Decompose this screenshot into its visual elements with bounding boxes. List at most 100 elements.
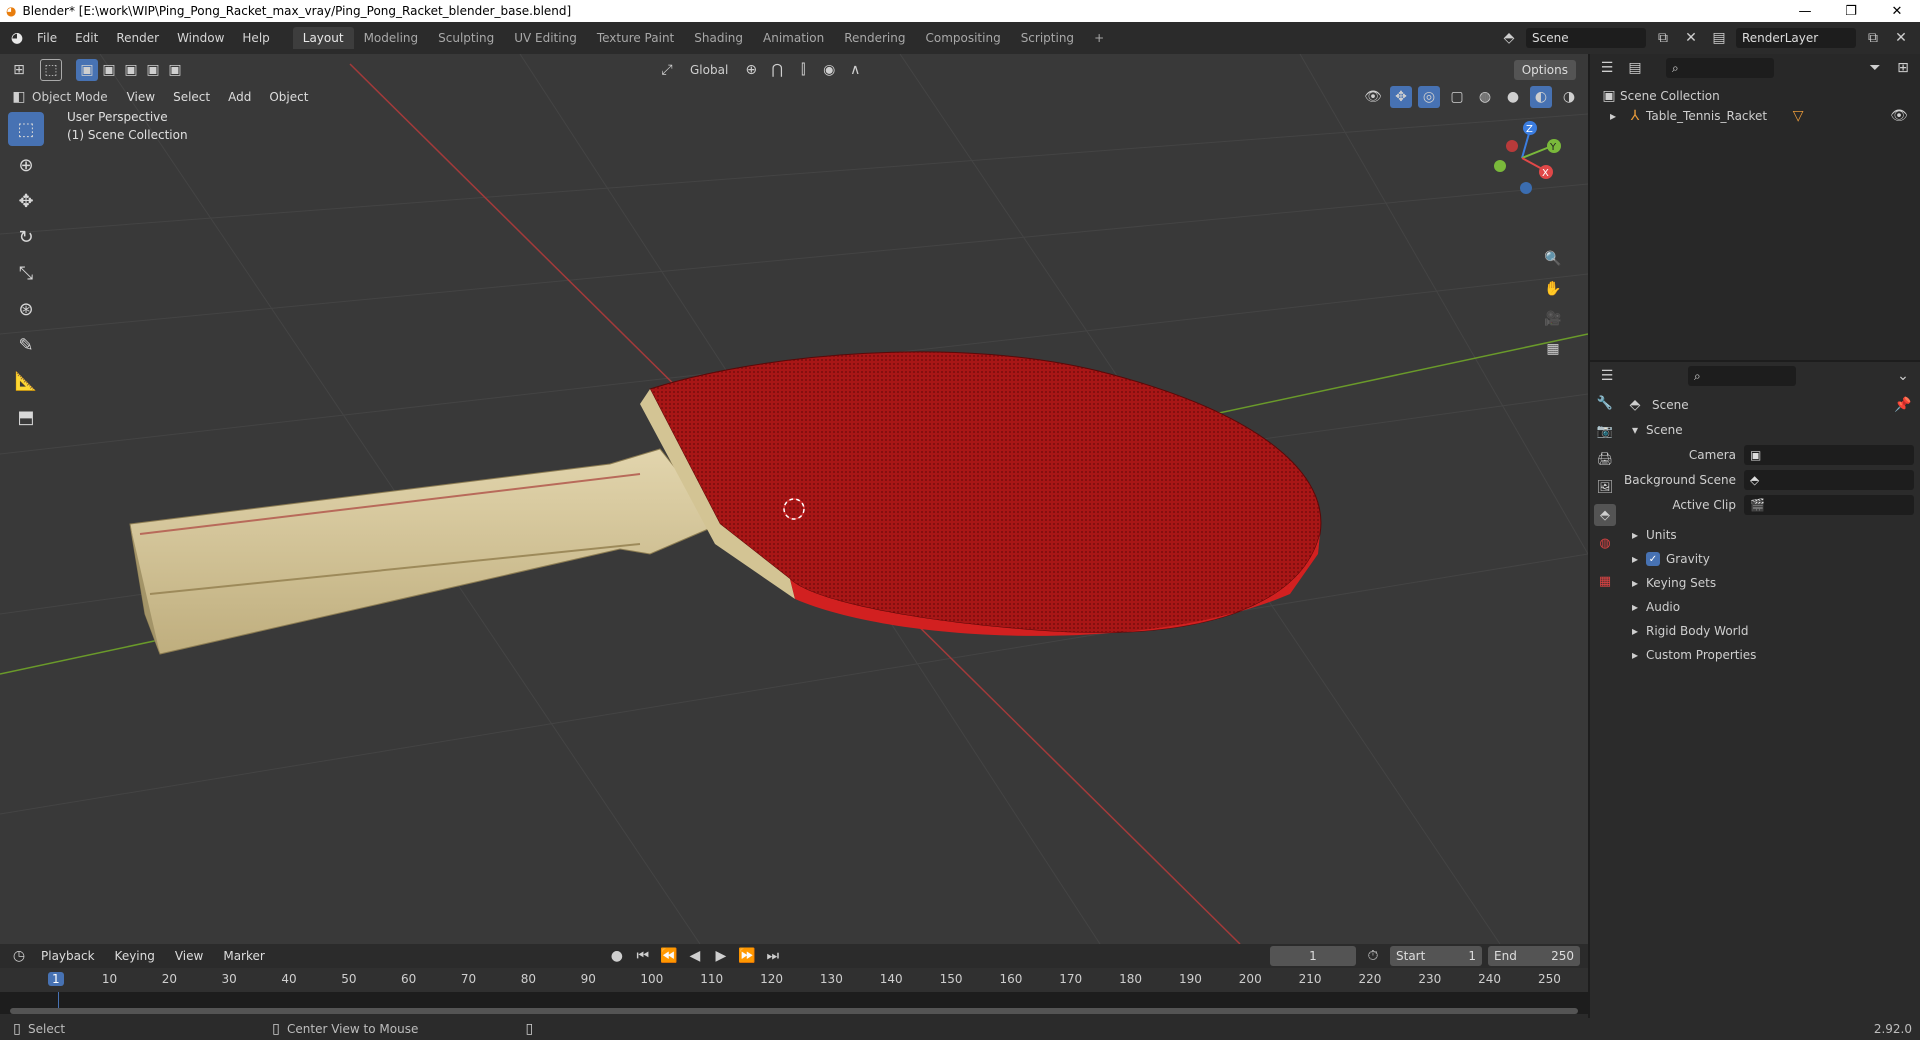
ortho-toggle-icon[interactable]: ▦ [1542, 338, 1564, 360]
rendered-shading-icon[interactable]: ◑ [1558, 86, 1580, 108]
properties-editor-type-icon[interactable]: ☰ [1596, 365, 1618, 387]
zoom-icon[interactable]: 🔍 [1542, 248, 1564, 270]
transform-orientation-dropdown[interactable]: Global [682, 61, 736, 79]
expand-arrow-icon[interactable]: ▸ [1610, 109, 1624, 123]
tab-animation[interactable]: Animation [753, 27, 834, 49]
options-button[interactable]: Options [1513, 60, 1576, 80]
panel-keying-sets[interactable]: ▸ Keying Sets [1624, 571, 1914, 595]
panel-units[interactable]: ▸ Units [1624, 523, 1914, 547]
menu-render[interactable]: Render [107, 31, 168, 45]
timeline-menu-marker[interactable]: Marker [214, 949, 273, 963]
outliner-row-object[interactable]: ▸ ⅄ Table_Tennis_Racket ▽ 👁 [1590, 106, 1920, 126]
timeline-menu-playback[interactable]: Playback [32, 949, 104, 963]
timeline-menu-view[interactable]: View [166, 949, 212, 963]
preview-range-icon[interactable]: ⏱ [1362, 945, 1384, 967]
rotate-tool-icon[interactable]: ↻ [8, 220, 44, 254]
select-mode-extend-icon[interactable]: ▣ [98, 59, 120, 81]
proportional-edit-icon[interactable]: ◉ [818, 59, 840, 81]
menu-edit[interactable]: Edit [66, 31, 107, 45]
camera-field[interactable]: ▣ [1744, 444, 1914, 465]
panel-custom-properties[interactable]: ▸ Custom Properties [1624, 643, 1914, 667]
material-shading-icon[interactable]: ◐ [1530, 86, 1552, 108]
select-tool-icon[interactable]: ⬚ [40, 59, 62, 81]
jump-keyframe-back-icon[interactable]: ⏪ [658, 945, 680, 967]
viewport-menu-object[interactable]: Object [260, 90, 317, 104]
pan-hand-icon[interactable]: ✋ [1542, 278, 1564, 300]
tab-uv-editing[interactable]: UV Editing [504, 27, 587, 49]
tab-texture-paint[interactable]: Texture Paint [587, 27, 684, 49]
wireframe-shading-icon[interactable]: ◍ [1474, 86, 1496, 108]
panel-audio[interactable]: ▸ Audio [1624, 595, 1914, 619]
outliner-search-input[interactable]: ⌕ [1666, 58, 1774, 78]
tab-sculpting[interactable]: Sculpting [428, 27, 504, 49]
properties-search-input[interactable]: ⌕ [1688, 366, 1796, 386]
panel-scene-header[interactable]: ▾ Scene [1624, 418, 1914, 442]
viewport-menu-add[interactable]: Add [219, 90, 260, 104]
pivot-point-icon[interactable]: ⊕ [740, 59, 762, 81]
jump-end-icon[interactable]: ⏭ [762, 945, 784, 967]
delete-view-layer-icon[interactable]: ✕ [1890, 27, 1912, 49]
jump-keyframe-forward-icon[interactable]: ⏩ [736, 945, 758, 967]
racket-handle[interactable] [129, 448, 721, 655]
select-mode-new-icon[interactable]: ▣ [76, 59, 98, 81]
snap-icon[interactable]: ⋂ [766, 59, 788, 81]
add-workspace-button[interactable]: + [1084, 27, 1114, 49]
new-view-layer-icon[interactable]: ⧉ [1862, 27, 1884, 49]
play-icon[interactable]: ▶ [710, 945, 732, 967]
falloff-icon[interactable]: ∧ [844, 59, 866, 81]
tab-compositing[interactable]: Compositing [915, 27, 1010, 49]
panel-rigid-body-world[interactable]: ▸ Rigid Body World [1624, 619, 1914, 643]
texture-tab-icon[interactable]: ▦ [1594, 570, 1616, 592]
maximize-button[interactable]: ❐ [1828, 4, 1874, 19]
overlay-toggle-icon[interactable]: ◎ [1418, 86, 1440, 108]
measure-tool-icon[interactable]: 📐 [8, 364, 44, 398]
outliner-row-scene-collection[interactable]: ▣ Scene Collection [1590, 86, 1920, 106]
tab-layout[interactable]: Layout [292, 27, 354, 49]
jump-start-icon[interactable]: ⏮ [632, 945, 654, 967]
cursor-tool-icon[interactable]: ⊕ [8, 148, 44, 182]
tab-shading[interactable]: Shading [684, 27, 753, 49]
outliner-editor-type-icon[interactable]: ☰ [1596, 57, 1618, 79]
tab-scripting[interactable]: Scripting [1011, 27, 1084, 49]
select-mode-intersect-icon[interactable]: ▣ [164, 59, 186, 81]
axis-gizmo[interactable]: Z Y X [1460, 110, 1580, 220]
tool-tab-icon[interactable]: 🔧 [1594, 392, 1616, 414]
select-mode-invert-icon[interactable]: ▣ [142, 59, 164, 81]
start-frame-field[interactable]: Start 1 [1390, 946, 1482, 966]
output-tab-icon[interactable]: 🖨 [1594, 448, 1616, 470]
neg-y-axis-handle[interactable] [1494, 160, 1506, 172]
navigation-gizmo[interactable]: Z Y X 🔍 ✋ 🎥 ▦ [1460, 110, 1580, 357]
annotate-tool-icon[interactable]: ✎ [8, 328, 44, 362]
timeline-editor-type-icon[interactable]: ◷ [8, 945, 30, 967]
timeline-scrollbar[interactable] [10, 1008, 1578, 1014]
current-frame-field[interactable]: 1 [1270, 946, 1356, 966]
end-frame-field[interactable]: End 250 [1488, 946, 1580, 966]
minimize-button[interactable]: — [1782, 4, 1828, 19]
select-box-tool-icon[interactable]: ⬚ [8, 112, 44, 146]
timeline-menu-keying[interactable]: Keying [106, 949, 164, 963]
visibility-icon[interactable]: 👁 [1362, 86, 1384, 108]
snap-target-icon[interactable]: ⫿ [792, 59, 814, 81]
play-reverse-icon[interactable]: ◀ [684, 945, 706, 967]
panel-gravity[interactable]: ▸ ✓ Gravity [1624, 547, 1914, 571]
menu-help[interactable]: Help [233, 31, 278, 45]
menu-file[interactable]: File [28, 31, 66, 45]
world-tab-icon[interactable]: ◍ [1594, 532, 1616, 554]
new-collection-icon[interactable]: ⊞ [1892, 57, 1914, 79]
gravity-checkbox[interactable]: ✓ [1646, 552, 1660, 566]
playhead-frame[interactable]: 1 [48, 972, 64, 986]
delete-scene-icon[interactable]: ✕ [1680, 27, 1702, 49]
xray-toggle-icon[interactable]: ▢ [1446, 86, 1468, 108]
filter-icon[interactable]: ⏷ [1864, 57, 1886, 79]
scene-selector[interactable]: Scene [1526, 28, 1646, 48]
add-cube-tool-icon[interactable]: ⬒ [8, 400, 44, 434]
properties-options-icon[interactable]: ⌄ [1892, 365, 1914, 387]
select-mode-subtract-icon[interactable]: ▣ [120, 59, 142, 81]
scene-icon[interactable]: ⬘ [1498, 27, 1520, 49]
viewport-menu-select[interactable]: Select [164, 90, 219, 104]
timeline-ruler[interactable]: 1 10 20 30 40 50 60 70 80 90 100 110 120 130 140 150 16… [0, 968, 1588, 992]
active-clip-field[interactable]: 🎬 [1744, 494, 1914, 515]
neg-x-axis-handle[interactable] [1506, 140, 1518, 152]
neg-z-axis-handle[interactable] [1520, 182, 1532, 194]
viewport-menu-view[interactable]: View [118, 90, 164, 104]
